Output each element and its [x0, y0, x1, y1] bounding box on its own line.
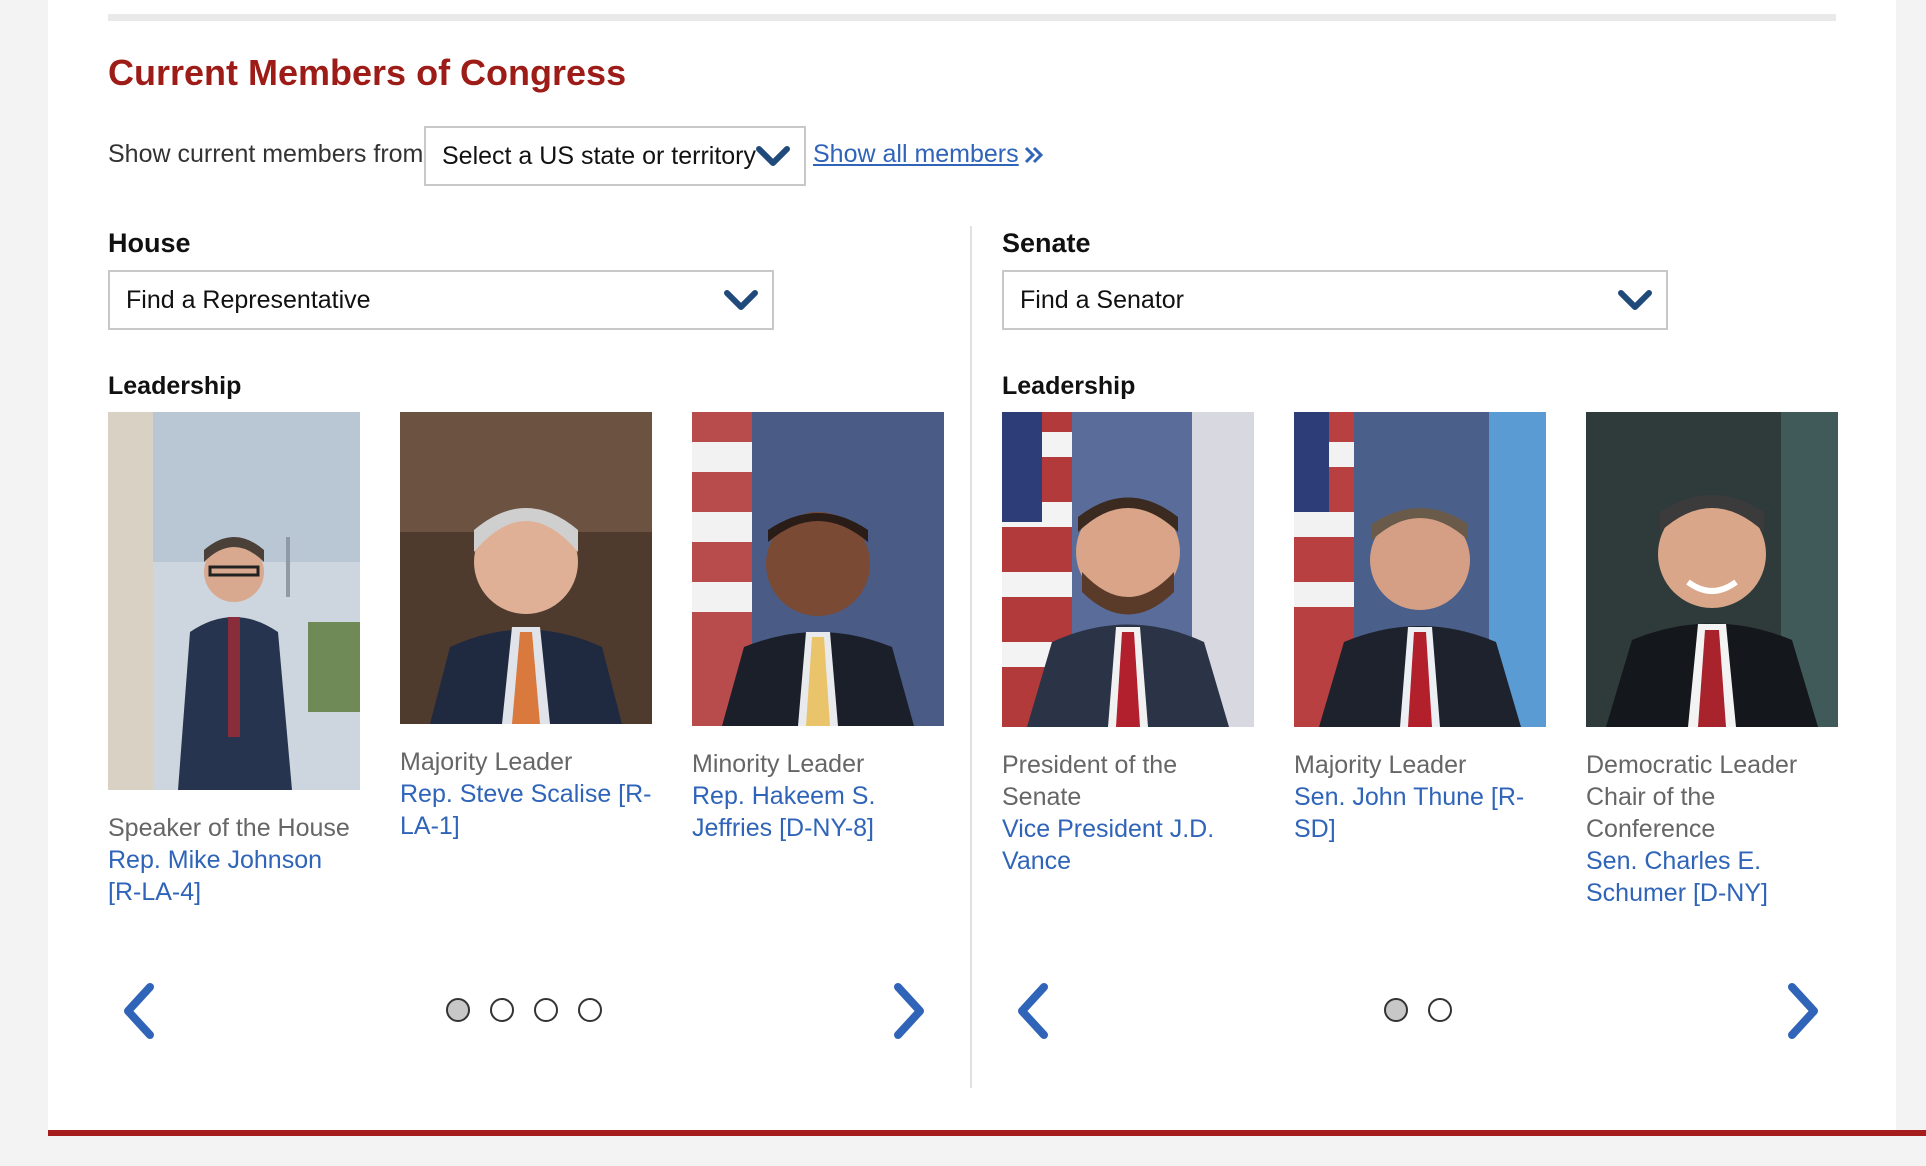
member-photo[interactable] [1586, 412, 1838, 727]
senate-prev-button[interactable] [1012, 982, 1052, 1040]
senate-leadership-heading: Leadership [1002, 372, 1136, 400]
member-name-link[interactable]: Sen. John Thune [R-SD] [1294, 781, 1546, 845]
house-next-button[interactable] [890, 982, 930, 1040]
pager-dot[interactable] [1384, 998, 1408, 1022]
pager-dot[interactable] [578, 998, 602, 1022]
house-leader-card: Majority Leader Rep. Steve Scalise [R-LA… [400, 412, 652, 842]
member-role: Majority Leader [400, 748, 573, 776]
member-name-link[interactable]: Rep. Steve Scalise [R-LA-1] [400, 778, 652, 842]
member-name-link[interactable]: Rep. Hakeem S. Jeffries [D-NY-8] [692, 780, 944, 844]
top-rule [108, 14, 1836, 21]
member-photo[interactable] [1294, 412, 1546, 727]
house-leadership-heading: Leadership [108, 372, 242, 400]
member-role: Majority Leader [1294, 751, 1467, 779]
house-carousel-pager [446, 998, 602, 1022]
chevron-down-icon [724, 290, 758, 310]
show-all-members-label: Show all members [813, 140, 1019, 168]
show-all-members-link[interactable]: Show all members [813, 140, 1045, 169]
senate-leader-card: Majority Leader Sen. John Thune [R-SD] [1294, 412, 1546, 845]
member-photo[interactable] [108, 412, 360, 790]
senate-leader-card: Democratic Leader Chair of the Conferenc… [1586, 412, 1838, 909]
senate-heading: Senate [1002, 228, 1091, 258]
house-prev-button[interactable] [118, 982, 158, 1040]
chevron-right-icon [1788, 983, 1818, 1039]
state-select-value: Select a US state or territory [442, 141, 757, 170]
member-role: President of the Senate [1002, 751, 1178, 811]
senate-carousel-pager [1384, 998, 1452, 1022]
chevron-down-icon [1618, 290, 1652, 310]
double-chevron-right-icon [1024, 146, 1043, 163]
state-select[interactable]: Select a US state or territory [424, 126, 806, 186]
member-name-link[interactable]: Rep. Mike Johnson [R-LA-4] [108, 844, 360, 908]
senate-next-button[interactable] [1784, 982, 1824, 1040]
member-name-link[interactable]: Vice President J.D. Vance [1002, 813, 1254, 877]
find-representative-select[interactable]: Find a Representative [108, 270, 774, 330]
chevron-down-icon [756, 146, 790, 166]
senate-leader-card: President of the Senate Vice President J… [1002, 412, 1254, 877]
chevron-left-icon [1018, 983, 1048, 1039]
chamber-divider [970, 226, 972, 1088]
house-leader-card: Minority Leader Rep. Hakeem S. Jeffries … [692, 412, 944, 844]
page-title: Current Members of Congress [108, 52, 627, 93]
find-senator-value: Find a Senator [1020, 285, 1184, 314]
chevron-left-icon [124, 983, 154, 1039]
member-role: Speaker of the House [108, 814, 350, 842]
bottom-rule [48, 1130, 1926, 1136]
state-filter-label: Show current members from: [108, 140, 431, 168]
pager-dot[interactable] [534, 998, 558, 1022]
chevron-right-icon [894, 983, 924, 1039]
member-photo[interactable] [1002, 412, 1254, 727]
member-role: Democratic Leader Chair of the Conferenc… [1586, 751, 1798, 843]
member-role: Minority Leader [692, 750, 865, 778]
house-heading: House [108, 228, 191, 258]
member-photo[interactable] [400, 412, 652, 724]
pager-dot[interactable] [446, 998, 470, 1022]
find-senator-select[interactable]: Find a Senator [1002, 270, 1668, 330]
member-photo[interactable] [692, 412, 944, 726]
member-name-link[interactable]: Sen. Charles E. Schumer [D-NY] [1586, 845, 1838, 909]
house-leader-card: Speaker of the House Rep. Mike Johnson [… [108, 412, 360, 908]
pager-dot[interactable] [1428, 998, 1452, 1022]
pager-dot[interactable] [490, 998, 514, 1022]
find-representative-value: Find a Representative [126, 285, 371, 314]
